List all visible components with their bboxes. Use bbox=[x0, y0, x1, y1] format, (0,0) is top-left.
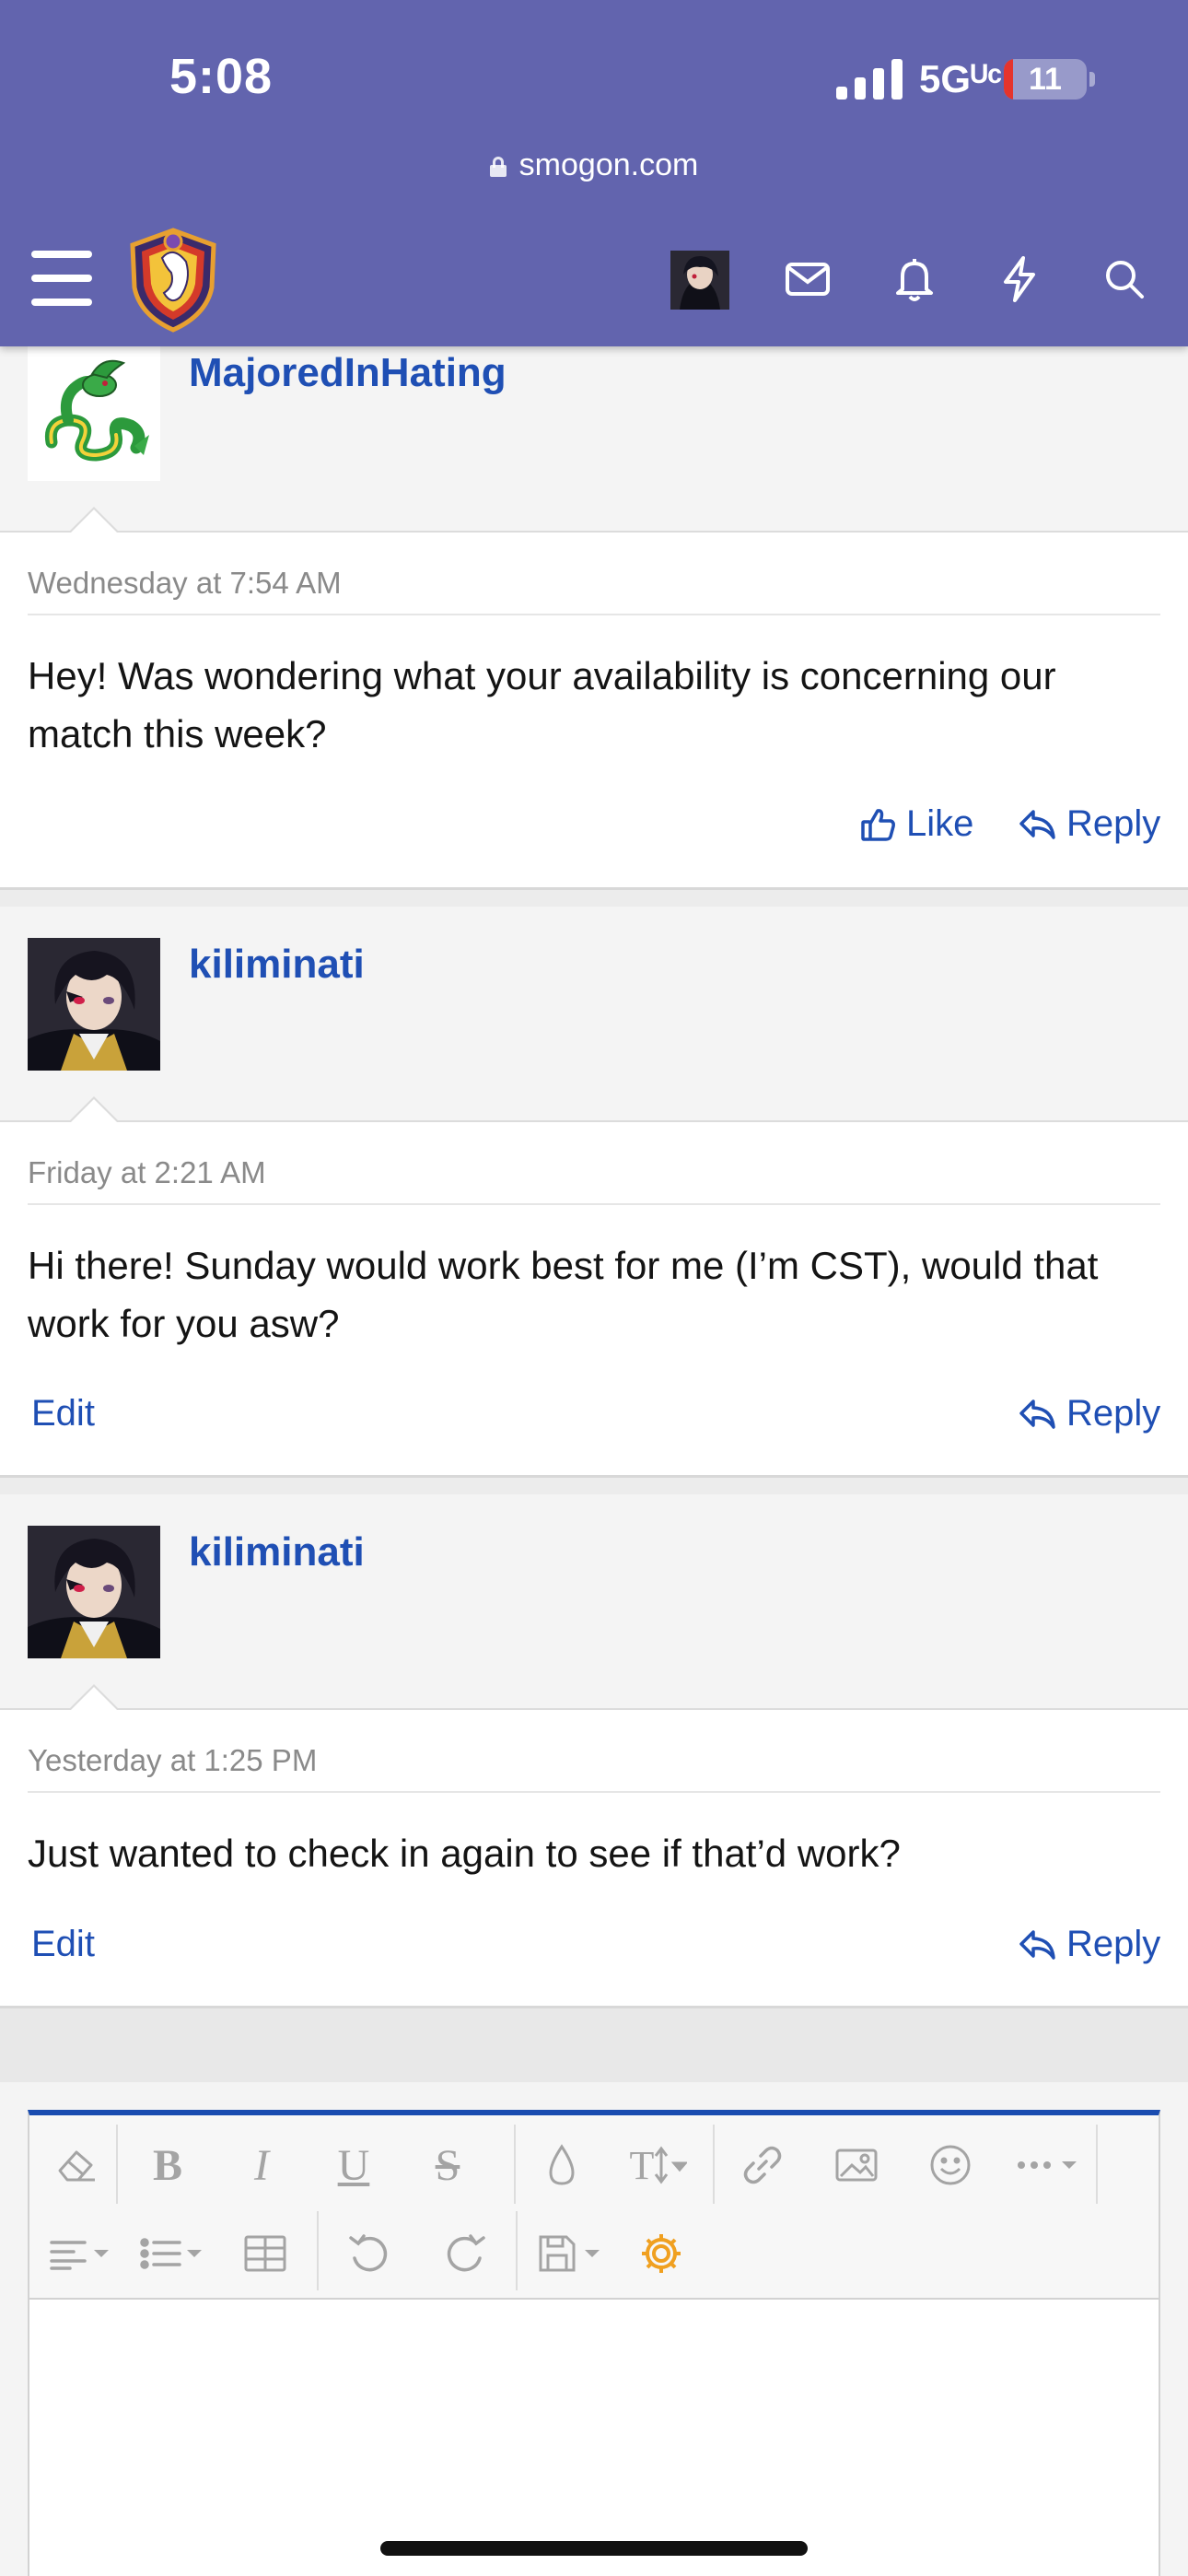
message-date[interactable]: Yesterday at 1:25 PM bbox=[28, 1743, 317, 1778]
username-link[interactable]: kiliminati bbox=[189, 1529, 365, 1575]
url-bar[interactable]: smogon.com bbox=[0, 147, 1188, 183]
lightning-icon[interactable] bbox=[995, 254, 1044, 304]
serperior-avatar-icon bbox=[28, 346, 160, 481]
lock-icon bbox=[489, 157, 507, 177]
url-text: smogon.com bbox=[518, 147, 699, 182]
reply-label: Reply bbox=[1066, 803, 1161, 844]
drafts-icon[interactable] bbox=[532, 2226, 615, 2281]
message-body: Friday at 2:21 AM Hi there! Sunday would… bbox=[0, 1122, 1188, 1478]
status-time: 5:08 bbox=[169, 49, 274, 104]
message-date[interactable]: Wednesday at 7:54 AM bbox=[28, 566, 342, 601]
avatar[interactable] bbox=[28, 1526, 160, 1658]
italic-icon[interactable]: I bbox=[234, 2137, 289, 2193]
bell-icon[interactable] bbox=[890, 254, 939, 304]
signal-icon bbox=[836, 59, 903, 100]
reply-label: Reply bbox=[1066, 1393, 1161, 1434]
bold-icon[interactable]: B bbox=[140, 2137, 195, 2193]
divider bbox=[28, 1203, 1160, 1205]
underline-icon[interactable]: U bbox=[326, 2137, 381, 2193]
strikethrough-icon[interactable]: S bbox=[420, 2137, 475, 2193]
battery-percent: 11 bbox=[1029, 62, 1062, 97]
more-icon[interactable] bbox=[1009, 2137, 1092, 2193]
edit-label: Edit bbox=[31, 1393, 95, 1434]
arrow-pointer bbox=[68, 507, 120, 533]
undo-icon[interactable] bbox=[343, 2226, 398, 2281]
site-logo[interactable] bbox=[125, 227, 221, 334]
toolbar-separator bbox=[514, 2125, 516, 2204]
battery-nub bbox=[1089, 72, 1095, 87]
image-icon[interactable] bbox=[829, 2137, 884, 2193]
search-icon[interactable] bbox=[1100, 254, 1149, 304]
reply-button[interactable]: Reply bbox=[1019, 1924, 1160, 1965]
toolbar-separator bbox=[116, 2125, 118, 2204]
font-size-icon[interactable]: T bbox=[619, 2137, 698, 2193]
emoji-icon[interactable] bbox=[923, 2137, 978, 2193]
toolbar-separator bbox=[1096, 2125, 1098, 2204]
arrow-pointer bbox=[68, 1684, 120, 1711]
separator bbox=[0, 2008, 1188, 2082]
divider bbox=[28, 1791, 1160, 1793]
like-label: Like bbox=[906, 803, 974, 844]
message-user-header: kiliminati bbox=[0, 1494, 1188, 1710]
reply-icon bbox=[1019, 1929, 1055, 1960]
message-date[interactable]: Friday at 2:21 AM bbox=[28, 1155, 266, 1190]
avatar[interactable] bbox=[28, 938, 160, 1071]
align-icon[interactable] bbox=[42, 2226, 125, 2281]
message-user-header: MajoredInHating bbox=[0, 346, 1188, 533]
toolbar-separator bbox=[516, 2211, 518, 2290]
message-text: Hey! Was wondering what your availabilit… bbox=[28, 654, 1056, 755]
envelope-icon[interactable] bbox=[783, 254, 833, 304]
color-icon[interactable] bbox=[534, 2137, 589, 2193]
header: 5:08 5Gᵁᶜ 11 smogon.com bbox=[0, 0, 1188, 346]
avatar[interactable] bbox=[28, 346, 160, 481]
home-indicator bbox=[380, 2541, 808, 2556]
edit-label: Edit bbox=[31, 1924, 95, 1964]
divider bbox=[28, 614, 1160, 615]
message-card: kiliminati Yesterday at 1:25 PM Just wan… bbox=[0, 1494, 1188, 2008]
table-icon[interactable] bbox=[238, 2226, 293, 2281]
list-icon[interactable] bbox=[134, 2226, 217, 2281]
message-card: MajoredInHating Wednesday at 7:54 AM Hey… bbox=[0, 346, 1188, 890]
font-size-label: T bbox=[629, 2142, 655, 2188]
menu-icon[interactable] bbox=[31, 251, 92, 306]
arrow-pointer bbox=[68, 1096, 120, 1123]
message-input[interactable] bbox=[29, 2298, 1159, 2576]
network-label: 5Gᵁᶜ bbox=[919, 57, 1003, 100]
settings-icon[interactable] bbox=[634, 2226, 689, 2281]
toolbar-separator bbox=[713, 2125, 715, 2204]
message-text: Hi there! Sunday would work best for me … bbox=[28, 1244, 1099, 1345]
edit-button[interactable]: Edit bbox=[31, 1924, 95, 1965]
message-user-header: kiliminati bbox=[0, 907, 1188, 1122]
message-text: Just wanted to check in again to see if … bbox=[28, 1832, 901, 1875]
reply-icon bbox=[1019, 809, 1055, 839]
user-avatar[interactable] bbox=[670, 251, 729, 310]
battery-icon: 11 bbox=[1004, 59, 1087, 100]
redo-icon[interactable] bbox=[437, 2226, 492, 2281]
thumbs-up-icon bbox=[861, 808, 895, 841]
eraser-icon[interactable] bbox=[48, 2137, 103, 2193]
edit-button[interactable]: Edit bbox=[31, 1393, 95, 1434]
reply-editor: B I U S T bbox=[28, 2110, 1160, 2576]
separator bbox=[0, 1478, 1188, 1494]
message-body: Wednesday at 7:54 AM Hey! Was wondering … bbox=[0, 533, 1188, 890]
reply-label: Reply bbox=[1066, 1924, 1161, 1964]
message-body: Yesterday at 1:25 PM Just wanted to chec… bbox=[0, 1710, 1188, 2008]
anime-avatar-icon bbox=[28, 1526, 160, 1658]
reply-button[interactable]: Reply bbox=[1019, 1393, 1160, 1434]
toolbar-separator bbox=[317, 2211, 319, 2290]
like-button[interactable]: Like bbox=[860, 803, 973, 845]
reply-icon bbox=[1019, 1399, 1055, 1429]
username-link[interactable]: MajoredInHating bbox=[189, 350, 507, 396]
link-icon[interactable] bbox=[735, 2137, 790, 2193]
separator bbox=[0, 890, 1188, 907]
anime-avatar-icon bbox=[28, 938, 160, 1071]
reply-button[interactable]: Reply bbox=[1019, 803, 1160, 845]
nav-bar bbox=[0, 217, 1188, 337]
username-link[interactable]: kiliminati bbox=[189, 942, 365, 988]
message-card: kiliminati Friday at 2:21 AM Hi there! S… bbox=[0, 907, 1188, 1478]
